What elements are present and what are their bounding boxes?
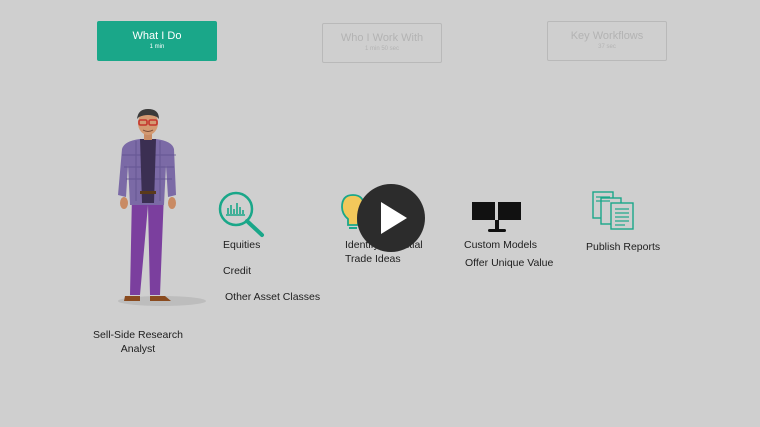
- tab-title: Who I Work With: [340, 32, 424, 44]
- dual-monitor-icon: [472, 202, 521, 232]
- tab-key-workflows[interactable]: Key Workflows 37 sec: [547, 21, 667, 61]
- documents-icon: [592, 191, 634, 230]
- custom-models-label: Custom Models: [464, 239, 537, 251]
- unique-value-label: Offer Unique Value: [465, 257, 554, 269]
- tab-what-i-do[interactable]: What I Do 1 min: [97, 21, 217, 61]
- other-asset-classes-label: Other Asset Classes: [225, 291, 321, 303]
- persona-title: Sell-Side Research Analyst: [88, 328, 188, 356]
- equities-label: Equities: [223, 239, 261, 251]
- persona-line-2: Analyst: [120, 343, 156, 355]
- tab-duration: 1 min 50 sec: [364, 46, 400, 52]
- persona-line-1: Sell-Side Research: [93, 329, 183, 341]
- tab-who-i-work-with[interactable]: Who I Work With 1 min 50 sec: [322, 23, 442, 63]
- tab-duration: 37 sec: [598, 44, 616, 50]
- tab-title: What I Do: [132, 30, 182, 42]
- play-button[interactable]: [357, 184, 425, 252]
- tab-title: Key Workflows: [570, 30, 644, 42]
- play-icon: [381, 202, 407, 234]
- ideas-line-2: Trade Ideas: [345, 253, 401, 265]
- publish-reports-label: Publish Reports: [586, 241, 661, 253]
- credit-label: Credit: [223, 265, 252, 277]
- magnifier-chart-icon: [218, 191, 264, 237]
- tab-duration: 1 min: [149, 44, 165, 50]
- analyst-figure: [118, 109, 206, 306]
